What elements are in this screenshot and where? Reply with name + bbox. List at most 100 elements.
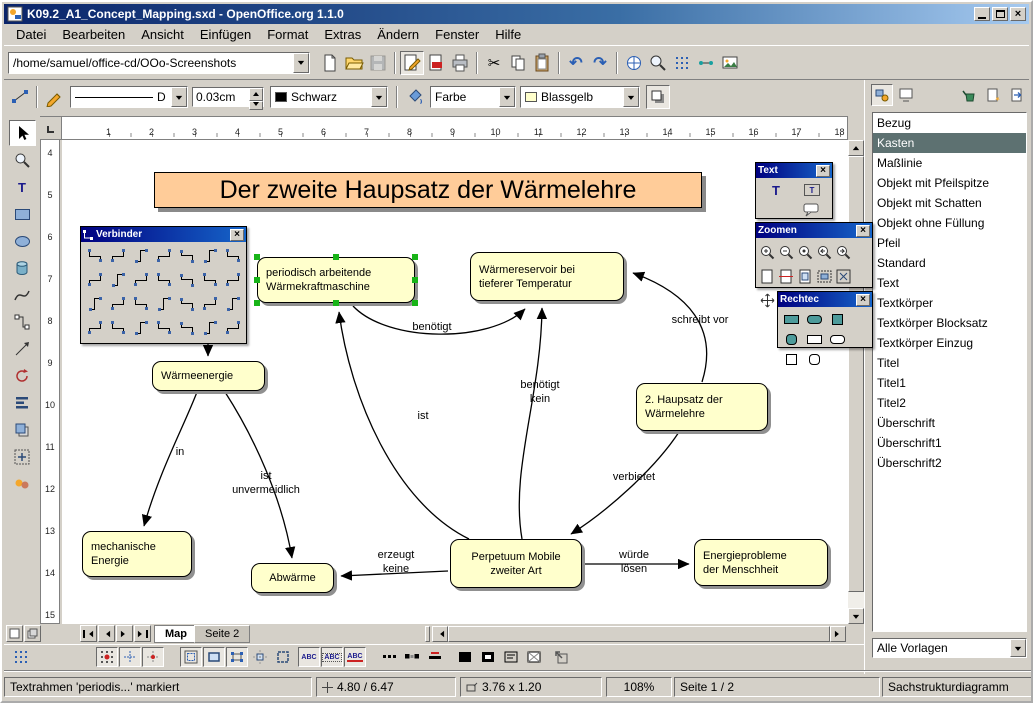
- rounded-square-unfilled-button[interactable]: [803, 349, 826, 369]
- menu-item[interactable]: Einfügen: [192, 25, 259, 44]
- verbinder-palette-titlebar[interactable]: Verbinder ×: [81, 227, 246, 242]
- zoomen-palette-titlebar[interactable]: Zoomen ×: [756, 223, 872, 238]
- shadow-button[interactable]: [646, 85, 670, 109]
- rounded-rectangle-filled-button[interactable]: [803, 309, 826, 329]
- connector-style-button[interactable]: [175, 268, 198, 292]
- text-tool-button[interactable]: T: [758, 180, 794, 200]
- selection-handle[interactable]: [333, 300, 339, 306]
- style-list-item[interactable]: Textkörper Blocksatz: [873, 313, 1026, 333]
- menu-item[interactable]: Extras: [316, 25, 369, 44]
- graphic-styles-button[interactable]: [871, 84, 893, 106]
- style-list-item[interactable]: Text: [873, 273, 1026, 293]
- previous-page-button[interactable]: [98, 625, 115, 642]
- picture-placeholder-button[interactable]: [454, 647, 476, 667]
- style-filter-combobox[interactable]: Alle Vorlagen: [872, 638, 1027, 658]
- status-page-template[interactable]: Sachstrukturdiagramm: [882, 677, 1033, 697]
- vertical-ruler[interactable]: 456789101112131415: [40, 140, 60, 624]
- contour-mode-button[interactable]: [477, 647, 499, 667]
- style-list-item[interactable]: Überschrift: [873, 413, 1026, 433]
- status-position[interactable]: 4.80 / 6.47: [316, 677, 456, 697]
- paste-button[interactable]: [530, 51, 554, 75]
- concept-node-perpetuum[interactable]: Perpetuum Mobile zweiter Art: [450, 539, 582, 588]
- line-width-stepper[interactable]: 0.03cm: [192, 87, 264, 107]
- scroll-up-button[interactable]: [848, 140, 864, 156]
- snap-to-margins-button[interactable]: [180, 647, 202, 667]
- scroll-down-button[interactable]: [848, 608, 864, 624]
- curve-tool-button[interactable]: [9, 282, 36, 308]
- connector-style-button[interactable]: [106, 292, 129, 316]
- connector-style-button[interactable]: [83, 268, 106, 292]
- menu-item[interactable]: Ansicht: [133, 25, 192, 44]
- status-zoom[interactable]: 108%: [606, 677, 672, 697]
- quick-edit-button[interactable]: ABC: [298, 647, 320, 667]
- arrange-tool-button[interactable]: [9, 417, 36, 443]
- style-list-item[interactable]: Objekt mit Schatten: [873, 193, 1026, 213]
- snap-to-object-points-button[interactable]: [226, 647, 248, 667]
- guides-visible-button[interactable]: [119, 647, 141, 667]
- maximize-button[interactable]: [992, 7, 1008, 21]
- dropdown-arrow-icon[interactable]: [371, 87, 387, 107]
- presentation-styles-button[interactable]: [895, 84, 917, 106]
- tab-seite-2[interactable]: Seite 2: [194, 625, 250, 643]
- menu-item[interactable]: Ändern: [369, 25, 427, 44]
- scroll-left-button[interactable]: [432, 626, 448, 642]
- style-list-item[interactable]: Titel1: [873, 373, 1026, 393]
- edge-label[interactable]: in: [176, 445, 185, 459]
- export-pdf-button[interactable]: [424, 51, 448, 75]
- edge-label[interactable]: ist unvermeidlich: [232, 469, 300, 497]
- zoom-object-button[interactable]: [815, 264, 834, 288]
- edge-label[interactable]: benötigt: [412, 320, 451, 334]
- display-grid-button[interactable]: [670, 51, 694, 75]
- zoom-page-width-button[interactable]: [777, 264, 796, 288]
- edit-points-button[interactable]: [8, 85, 32, 109]
- url-combobox[interactable]: /home/samuel/office-cd/OOo-Screenshots: [8, 52, 310, 74]
- connector-style-button[interactable]: [221, 244, 244, 268]
- connector-style-button[interactable]: [152, 244, 175, 268]
- style-list-item[interactable]: Überschrift2: [873, 453, 1026, 473]
- menu-item[interactable]: Fenster: [427, 25, 487, 44]
- connector-style-button[interactable]: [83, 244, 106, 268]
- style-list-item[interactable]: Kasten: [873, 133, 1026, 153]
- new-document-button[interactable]: [318, 51, 342, 75]
- redo-button[interactable]: ↷: [588, 51, 612, 75]
- zoom-tool-button[interactable]: [9, 147, 36, 173]
- helplines-while-moving-button[interactable]: [249, 647, 271, 667]
- square-filled-button[interactable]: [826, 309, 849, 329]
- connector-style-button[interactable]: [129, 316, 152, 340]
- connector-style-button[interactable]: [129, 292, 152, 316]
- style-list-item[interactable]: Pfeil: [873, 233, 1026, 253]
- snap-to-grid-button[interactable]: [96, 647, 118, 667]
- spin-up-icon[interactable]: [249, 88, 263, 101]
- close-icon[interactable]: ×: [856, 225, 870, 237]
- connector-style-button[interactable]: [175, 316, 198, 340]
- show-grid-button[interactable]: [10, 647, 32, 667]
- line-style-combobox[interactable]: D: [70, 86, 188, 108]
- connector-style-button[interactable]: [175, 244, 198, 268]
- vertical-scrollbar[interactable]: [848, 140, 864, 624]
- connector-style-button[interactable]: [221, 316, 244, 340]
- copy-button[interactable]: [506, 51, 530, 75]
- menu-item[interactable]: Format: [259, 25, 316, 44]
- last-page-button[interactable]: [134, 625, 151, 642]
- close-icon[interactable]: ×: [816, 165, 830, 177]
- connector-style-button[interactable]: [152, 268, 175, 292]
- connector-style-button[interactable]: [129, 268, 152, 292]
- edge-label[interactable]: schreibt vor: [672, 313, 729, 327]
- line-contour-button[interactable]: [523, 647, 545, 667]
- spin-down-icon[interactable]: [249, 101, 263, 110]
- status-size[interactable]: 3.76 x 1.20: [460, 677, 602, 697]
- splitter-handle[interactable]: [425, 626, 430, 642]
- line-dialog-button[interactable]: [42, 85, 66, 109]
- fill-type-combobox[interactable]: Farbe: [430, 86, 516, 108]
- zoom-100-button[interactable]: [796, 240, 815, 264]
- minimize-button[interactable]: [974, 7, 990, 21]
- connector-style-button[interactable]: [221, 268, 244, 292]
- line-color-combobox[interactable]: Schwarz: [270, 86, 388, 108]
- glue-points-button[interactable]: [694, 51, 718, 75]
- zoom-previous-button[interactable]: [815, 240, 834, 264]
- exit-all-groups-button[interactable]: [550, 647, 572, 667]
- line-tool-button[interactable]: [9, 336, 36, 362]
- selection-handle[interactable]: [412, 277, 418, 283]
- text-palette-titlebar[interactable]: Text ×: [756, 163, 832, 178]
- connector-style-button[interactable]: [198, 292, 221, 316]
